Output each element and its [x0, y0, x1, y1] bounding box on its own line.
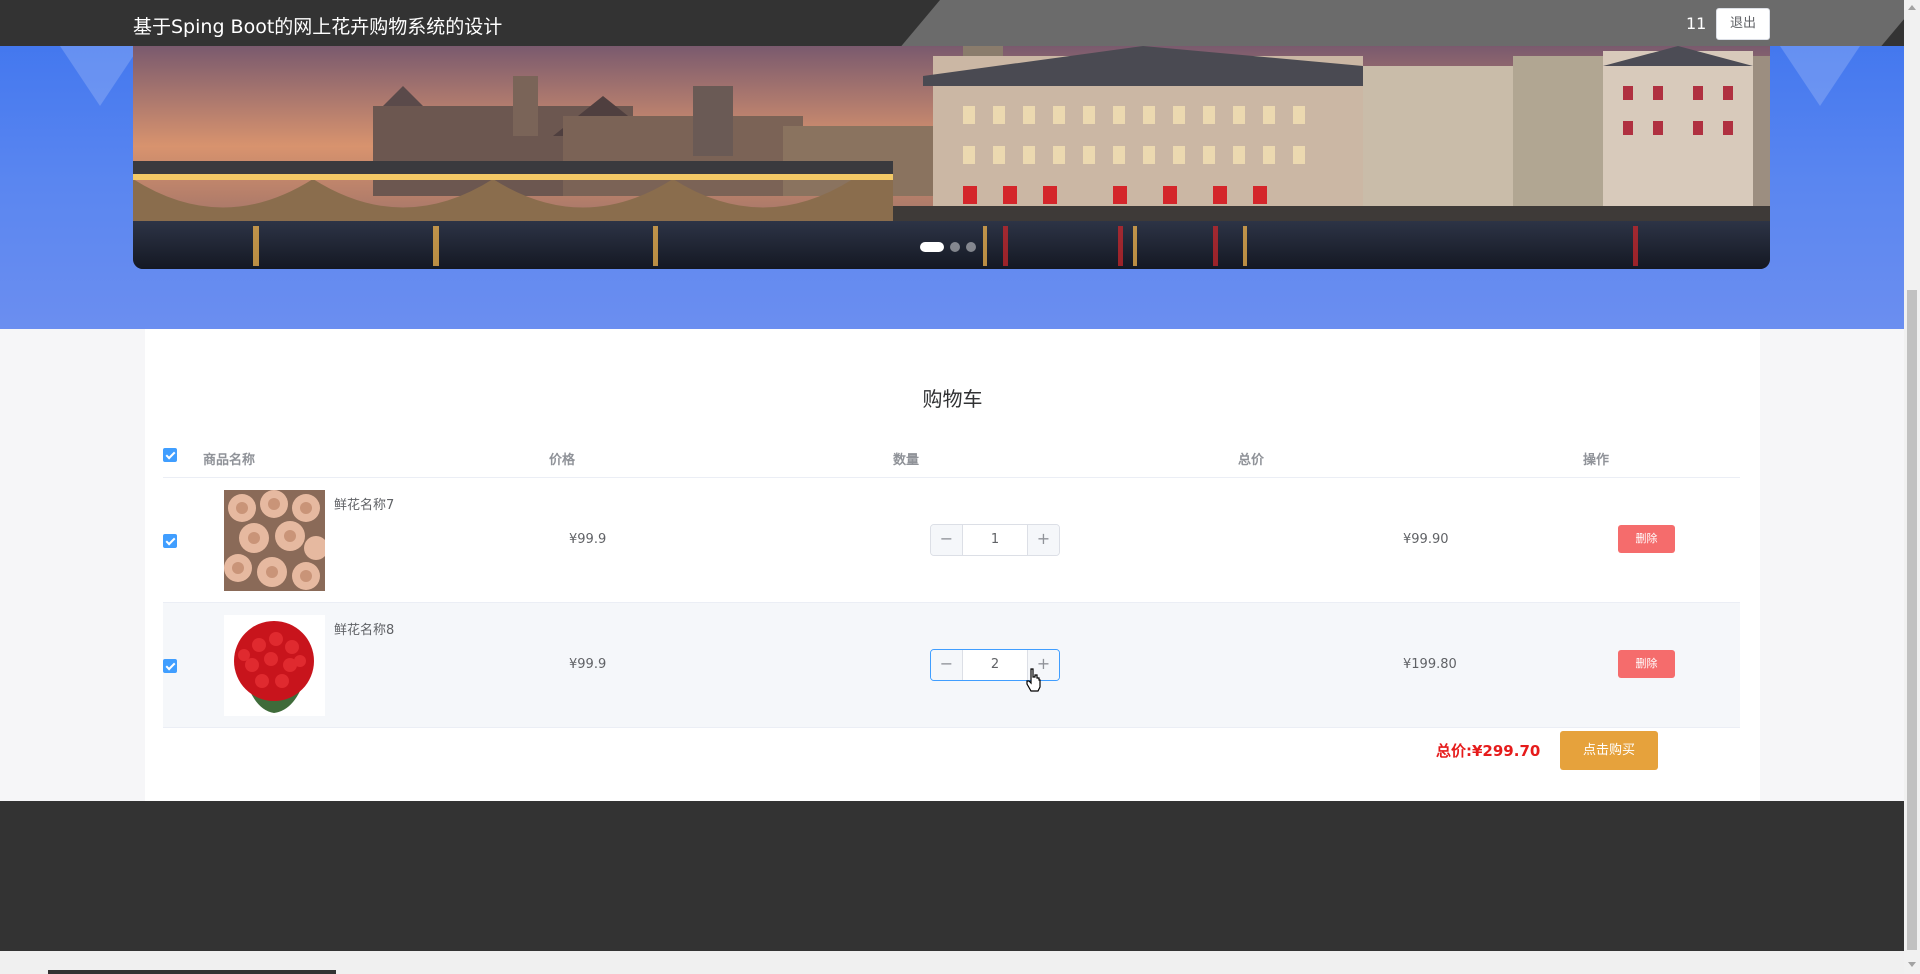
product-name: 鲜花名称8: [334, 623, 395, 638]
logout-button[interactable]: 退出: [1716, 8, 1770, 40]
footer: [0, 801, 1904, 951]
cart-card: 购物车 商品名称 价格 数量 总价 操作 鲜花名称7 ¥99.9 − 1 + ¥…: [145, 329, 1760, 801]
main-content: 购物车 商品名称 价格 数量 总价 操作 鲜花名称7 ¥99.9 − 1 + ¥…: [0, 329, 1904, 801]
unit-price: ¥99.9: [569, 532, 607, 547]
product-image[interactable]: [224, 490, 325, 591]
minus-icon: −: [939, 529, 954, 548]
page-progress: [48, 970, 336, 974]
username: 11: [1686, 14, 1707, 33]
site-title: 基于Sping Boot的网上花卉购物系统的设计: [133, 16, 503, 38]
grand-total-label: 总价:: [1436, 742, 1472, 760]
column-header-price: 价格: [549, 453, 576, 468]
row-checkbox[interactable]: [163, 534, 177, 548]
quantity-stepper[interactable]: − 1 +: [930, 524, 1060, 556]
carousel-banner[interactable]: [133, 46, 1770, 269]
unit-price: ¥99.9: [569, 657, 607, 672]
bottom-strip: [0, 951, 1904, 974]
decrease-button[interactable]: −: [931, 650, 963, 680]
plus-icon: +: [1036, 529, 1051, 548]
table-header: 商品名称 价格 数量 总价 操作: [163, 433, 1740, 478]
table-row: 鲜花名称8 ¥99.9 − 2 + ¥199.80 删除: [163, 603, 1740, 728]
row-checkbox[interactable]: [163, 659, 177, 673]
increase-button[interactable]: +: [1027, 525, 1059, 555]
carousel-dot[interactable]: [950, 242, 960, 252]
row-total: ¥99.90: [1403, 532, 1449, 547]
column-header-quantity: 数量: [893, 453, 920, 468]
buy-button[interactable]: 点击购买: [1560, 731, 1658, 770]
decor-triangle: [60, 46, 140, 106]
page-title: 购物车: [922, 387, 983, 411]
scroll-up-icon[interactable]: [1908, 5, 1916, 10]
cart-table: 商品名称 价格 数量 总价 操作 鲜花名称7 ¥99.9 − 1 + ¥99.9…: [163, 433, 1740, 728]
table-row: 鲜花名称7 ¥99.9 − 1 + ¥99.90 删除: [163, 478, 1740, 603]
minus-icon: −: [939, 654, 954, 673]
grand-total-value: ¥299.70: [1472, 742, 1541, 760]
row-total: ¥199.80: [1403, 657, 1457, 672]
carousel-indicators[interactable]: [920, 242, 976, 252]
scrollbar-thumb[interactable]: [1907, 290, 1917, 950]
pink-roses-image: [224, 490, 325, 591]
grand-total: 总价:¥299.70: [1436, 740, 1540, 761]
city-night-image: [133, 46, 1770, 269]
vertical-scrollbar[interactable]: [1904, 0, 1920, 974]
scroll-down-icon[interactable]: [1908, 962, 1916, 967]
column-header-actions: 操作: [1583, 453, 1610, 468]
product-image[interactable]: [224, 615, 325, 716]
pointer-cursor-icon: [1026, 668, 1041, 692]
delete-button[interactable]: 删除: [1618, 525, 1675, 553]
decor-triangle: [1780, 46, 1860, 106]
quantity-input[interactable]: 2: [963, 650, 1027, 680]
carousel-dot[interactable]: [966, 242, 976, 252]
top-navbar: 基于Sping Boot的网上花卉购物系统的设计 11 退出: [0, 0, 1904, 46]
select-all-checkbox[interactable]: [163, 448, 177, 462]
column-header-name: 商品名称: [203, 453, 256, 468]
delete-button[interactable]: 删除: [1618, 650, 1675, 678]
red-roses-image: [224, 615, 325, 716]
carousel-dot[interactable]: [920, 242, 944, 252]
column-header-total: 总价: [1238, 453, 1265, 468]
quantity-input[interactable]: 1: [963, 525, 1027, 555]
product-name: 鲜花名称7: [334, 498, 395, 513]
decrease-button[interactable]: −: [931, 525, 963, 555]
